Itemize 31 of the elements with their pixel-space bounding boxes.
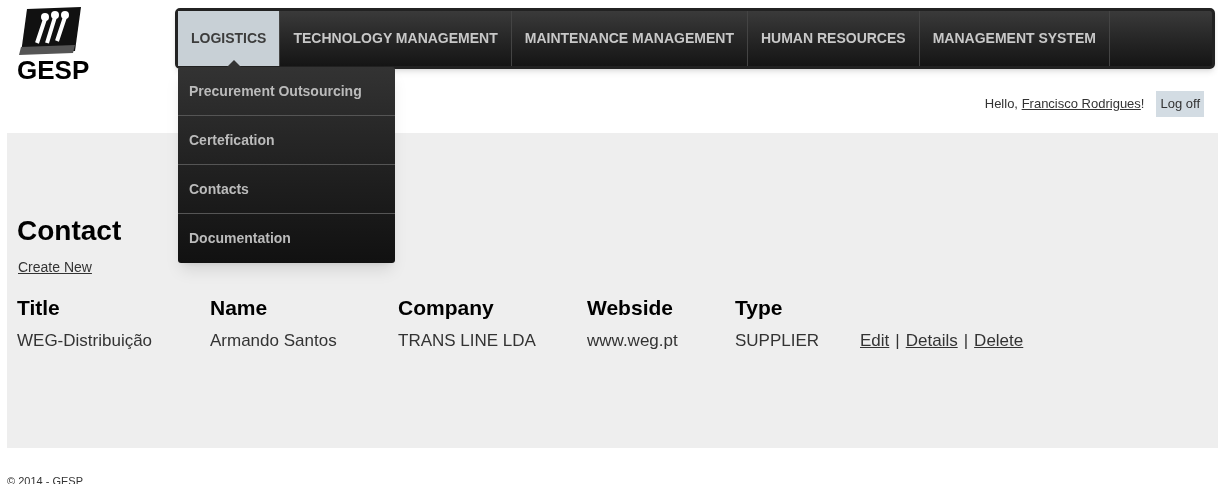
action-link[interactable]: Details	[905, 328, 958, 354]
action-link[interactable]: Edit	[860, 328, 890, 354]
table-cell-text: WEG-Distribuição	[17, 330, 154, 353]
nav-tab[interactable]: HUMAN RESOURCES	[748, 11, 920, 66]
dropdown-item[interactable]: Documentation	[178, 214, 395, 263]
column-header: Company	[398, 295, 495, 322]
table-cell-text: TRANS LINE LDA	[398, 330, 537, 353]
greeting-text: Hello, Francisco Rodrigues!	[984, 95, 1145, 113]
page-title: Contact	[17, 214, 122, 248]
logoff-button[interactable]: Log off	[1156, 91, 1204, 117]
nav-tab[interactable]: MAINTENANCE MANAGEMENT	[511, 11, 748, 66]
action-link[interactable]: Delete	[974, 328, 1024, 354]
dropdown-item[interactable]: Precurement Outsourcing	[178, 67, 395, 116]
nav-tab[interactable]: MANAGEMENT SYSTEM	[919, 11, 1110, 66]
table-cell-text: SUPPLIER	[735, 330, 821, 353]
user-link[interactable]: Francisco Rodrigues	[1021, 96, 1141, 111]
nav-tab[interactable]: TECHNOLOGY MANAGEMENT	[280, 11, 512, 66]
separator-text: |	[895, 330, 900, 353]
column-header: Type	[735, 295, 784, 322]
table-cell-text: Armando Santos	[210, 330, 338, 353]
column-header: Webside	[587, 295, 674, 322]
column-header: Title	[17, 295, 61, 322]
nav-tab[interactable]: LOGISTICS	[178, 11, 281, 66]
separator-text: |	[963, 330, 969, 353]
dropdown-item[interactable]: Certefication	[178, 116, 395, 165]
menu-pointer-icon	[227, 60, 241, 67]
logo-text: GESP	[17, 57, 91, 83]
column-header: Name	[210, 295, 269, 322]
create-new-link[interactable]: Create New	[18, 257, 92, 278]
table-cell-text: www.weg.pt	[587, 330, 679, 353]
dropdown-item[interactable]: Contacts	[178, 165, 395, 214]
